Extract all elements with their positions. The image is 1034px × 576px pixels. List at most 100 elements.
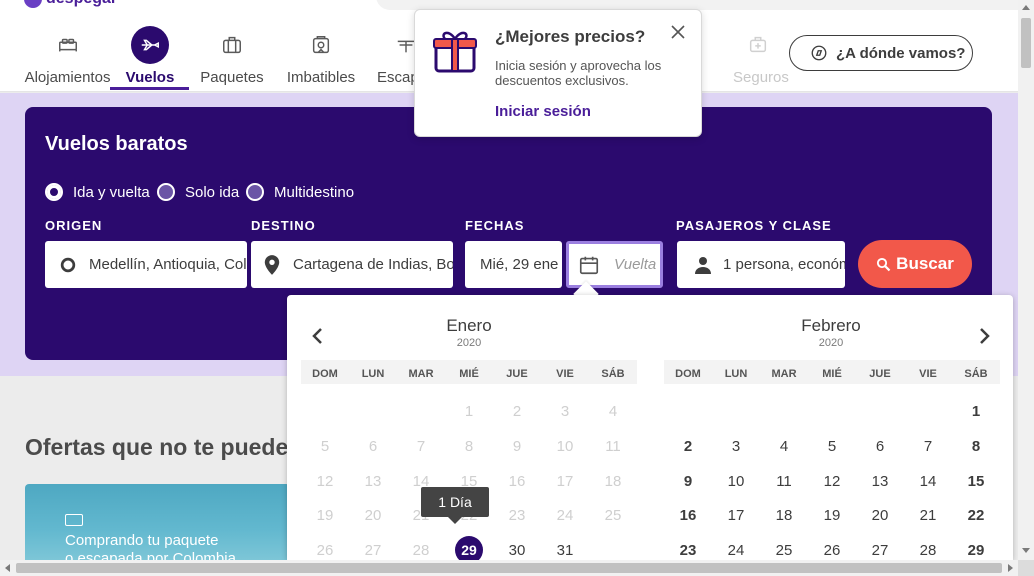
calendar-day[interactable]: 22 [952, 499, 1000, 534]
nav-label: Alojamientos [24, 69, 111, 86]
empty-day-cell [664, 395, 712, 430]
calendar-day[interactable]: 12 [808, 465, 856, 500]
calendar-day[interactable]: 30 [493, 534, 541, 560]
origin-field[interactable]: Medellín, Antioquia, Colombia [45, 241, 247, 288]
calendar-day[interactable]: 18 [760, 499, 808, 534]
empty-day-cell [856, 395, 904, 430]
calendar-day: 28 [412, 542, 430, 560]
vertical-scrollbar[interactable] [1018, 0, 1034, 560]
offer-card[interactable]: Comprando tu paquete o escapada por Colo… [25, 484, 290, 560]
weekday-label: LUN [361, 368, 385, 380]
calendar-day[interactable]: 1 [952, 395, 1000, 430]
destination-field[interactable]: Cartagena de Indias, Bolívar, Colombia [251, 241, 453, 288]
brand-name[interactable]: despegar [46, 0, 117, 8]
offer-card-line1: Comprando tu paquete [65, 532, 219, 549]
month-name: Febrero [801, 316, 861, 335]
magnifier-icon [877, 257, 891, 271]
login-link[interactable]: Iniciar sesión [495, 103, 591, 120]
calendar-day[interactable]: 20 [856, 499, 904, 534]
calendar-day[interactable]: 2 [664, 430, 712, 465]
nav-item-vuelos[interactable]: Vuelos [120, 12, 180, 90]
nav-item-seguros[interactable]: Seguros [733, 12, 793, 90]
calendar-day[interactable]: 7 [904, 430, 952, 465]
weekday-label: JUE [869, 368, 891, 380]
brand-logo[interactable] [24, 0, 42, 8]
location-pin-icon [264, 254, 280, 275]
calendar-day[interactable]: 19 [808, 499, 856, 534]
weekday-label: DOM [675, 368, 701, 380]
popup-text: Inicia sesión y aprovecha los descuentos… [495, 58, 662, 88]
radio-solo-ida[interactable]: Solo ida [157, 183, 239, 201]
calendar-icon [579, 256, 599, 274]
calendar-day: 25 [604, 507, 622, 525]
nav-item-alojamientos[interactable]: Alojamientos [25, 12, 110, 90]
origin-label: ORIGEN [45, 218, 103, 233]
calendar-day: 23 [508, 507, 526, 525]
bed-icon [49, 26, 87, 64]
where-to-go-button[interactable]: ¿A dónde vamos? [789, 35, 973, 71]
badge-icon [302, 26, 340, 64]
weekday-label: VIE [556, 368, 574, 380]
weekday-label: MAR [408, 368, 434, 380]
departure-value: Mié, 29 ene [480, 256, 559, 273]
calendar-day: 11 [605, 437, 621, 455]
calendar-day[interactable]: 21 [904, 499, 952, 534]
gift-icon [433, 31, 477, 73]
horizontal-scrollbar[interactable] [0, 560, 1018, 576]
empty-day-cell [808, 395, 856, 430]
close-icon[interactable] [670, 24, 686, 40]
radio-multidestino[interactable]: Multidestino [246, 183, 354, 201]
return-date-field[interactable]: Vuelta [566, 241, 663, 288]
calendar-day: 17 [556, 472, 574, 490]
calendar-day: 3 [560, 403, 570, 420]
calendar-day: 16 [508, 472, 526, 490]
calendar-day[interactable]: 25 [760, 534, 808, 560]
compass-icon [811, 45, 827, 61]
calendar-day[interactable]: 27 [856, 534, 904, 560]
calendar-day: 10 [556, 437, 574, 455]
radio-ida-y-vuelta[interactable]: Ida y vuelta [45, 183, 150, 201]
empty-day-cell [904, 395, 952, 430]
weekday-label: SÁB [601, 368, 625, 380]
calendar-day[interactable]: 31 [541, 534, 589, 560]
weekday-label: VIE [919, 368, 937, 380]
calendar-day[interactable]: 13 [856, 465, 904, 500]
calendar-day[interactable]: 16 [664, 499, 712, 534]
calendar-day[interactable]: 15 [952, 465, 1000, 500]
calendar-day[interactable]: 29 [445, 534, 493, 560]
nav-label: Vuelos [125, 69, 175, 86]
horizontal-scroll-thumb[interactable] [16, 563, 1002, 573]
calendar-day[interactable]: 6 [856, 430, 904, 465]
departure-date-field[interactable]: Mié, 29 ene [465, 241, 562, 288]
scroll-right-icon[interactable] [1008, 564, 1013, 572]
weekday-label: SÁB [964, 368, 988, 380]
vertical-scroll-thumb[interactable] [1021, 18, 1031, 68]
origin-circle-icon [60, 257, 76, 272]
calendar-day[interactable]: 9 [664, 465, 712, 500]
calendar-day[interactable]: 17 [712, 499, 760, 534]
search-button[interactable]: Buscar [858, 240, 972, 288]
calendar-day[interactable]: 23 [664, 534, 712, 560]
calendar-day[interactable]: 5 [808, 430, 856, 465]
calendar-day[interactable]: 28 [904, 534, 952, 560]
passengers-field[interactable]: 1 persona, económica [677, 241, 845, 288]
calendar-day[interactable]: 8 [952, 430, 1000, 465]
scroll-down-icon[interactable] [1022, 548, 1030, 553]
calendar-day[interactable]: 26 [808, 534, 856, 560]
calendar-day[interactable]: 3 [712, 430, 760, 465]
calendar-day[interactable]: 10 [712, 465, 760, 500]
radio-label: Multidestino [274, 183, 355, 201]
calendar-day: 18 [604, 472, 622, 490]
calendar-day[interactable]: 11 [760, 465, 808, 500]
calendar-day[interactable]: 29 [952, 534, 1000, 560]
origin-value: Medellín, Antioquia, Colombia [89, 256, 247, 273]
nav-item-paquetes[interactable]: Paquetes [198, 12, 266, 90]
scroll-left-icon[interactable] [5, 564, 10, 572]
nav-item-imbatibles[interactable]: Imbatibles [285, 12, 357, 90]
date-picker: Enero 2020 Febrero 2020 DOM LUN MAR MIÉ JUE V… [287, 295, 1013, 560]
days-grid-january: 1234567891011121314151617181920212223242… [301, 395, 637, 560]
scroll-up-icon[interactable] [1022, 5, 1030, 10]
calendar-day[interactable]: 14 [904, 465, 952, 500]
calendar-day[interactable]: 24 [712, 534, 760, 560]
calendar-day[interactable]: 4 [760, 430, 808, 465]
